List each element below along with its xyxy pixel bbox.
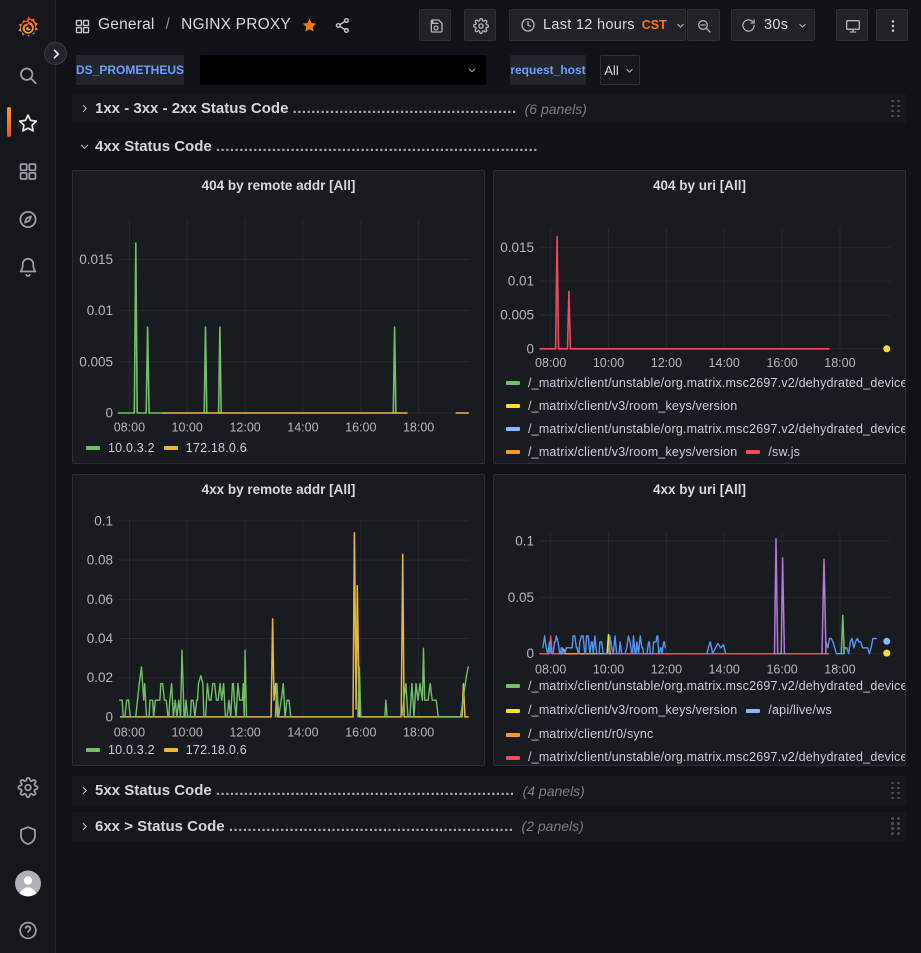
svg-text:14:00: 14:00 bbox=[287, 726, 318, 740]
svg-text:12:00: 12:00 bbox=[651, 356, 682, 370]
svg-text:0.08: 0.08 bbox=[87, 553, 113, 568]
svg-text:0.1: 0.1 bbox=[515, 534, 534, 549]
svg-text:0.1: 0.1 bbox=[94, 513, 113, 528]
svg-text:08:00: 08:00 bbox=[114, 421, 145, 435]
svg-text:18:00: 18:00 bbox=[824, 356, 855, 370]
svg-text:0.05: 0.05 bbox=[508, 590, 534, 605]
svg-text:0.005: 0.005 bbox=[79, 354, 113, 369]
svg-text:0: 0 bbox=[105, 709, 113, 724]
svg-text:10:00: 10:00 bbox=[593, 356, 624, 370]
svg-text:16:00: 16:00 bbox=[766, 356, 797, 370]
svg-text:12:00: 12:00 bbox=[229, 726, 260, 740]
svg-text:0.02: 0.02 bbox=[87, 670, 113, 685]
svg-text:12:00: 12:00 bbox=[229, 421, 260, 435]
svg-text:0.01: 0.01 bbox=[87, 303, 113, 318]
svg-text:0: 0 bbox=[526, 646, 534, 661]
svg-text:0: 0 bbox=[526, 341, 534, 356]
svg-text:0.01: 0.01 bbox=[508, 274, 534, 289]
svg-text:14:00: 14:00 bbox=[709, 356, 740, 370]
svg-text:08:00: 08:00 bbox=[114, 726, 145, 740]
svg-text:0.015: 0.015 bbox=[500, 240, 534, 255]
svg-text:16:00: 16:00 bbox=[345, 726, 376, 740]
svg-text:0.06: 0.06 bbox=[87, 592, 113, 607]
svg-text:18:00: 18:00 bbox=[403, 421, 434, 435]
svg-text:10:00: 10:00 bbox=[172, 726, 203, 740]
svg-text:18:00: 18:00 bbox=[403, 726, 434, 740]
svg-text:0.005: 0.005 bbox=[500, 308, 534, 323]
svg-text:0.04: 0.04 bbox=[87, 631, 114, 646]
svg-text:16:00: 16:00 bbox=[345, 421, 376, 435]
svg-text:08:00: 08:00 bbox=[535, 356, 566, 370]
svg-text:0: 0 bbox=[105, 406, 113, 421]
svg-text:0.015: 0.015 bbox=[79, 252, 113, 267]
svg-text:14:00: 14:00 bbox=[287, 421, 318, 435]
svg-text:10:00: 10:00 bbox=[172, 421, 203, 435]
